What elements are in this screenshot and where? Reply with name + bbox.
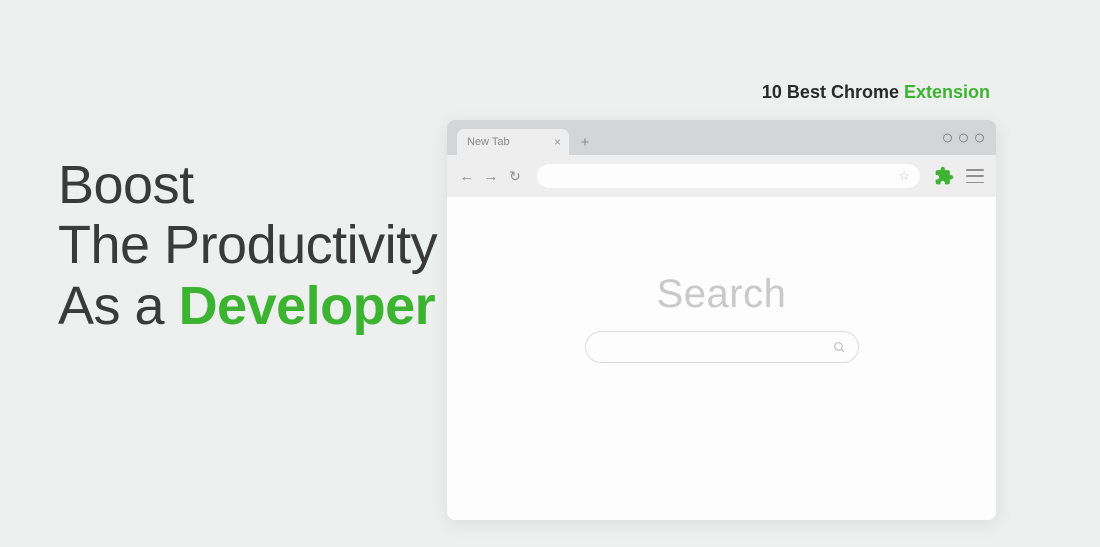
hero-line-3-prefix: As a	[58, 276, 179, 336]
hero-line-2: The Productivity	[58, 215, 437, 275]
window-controls	[943, 133, 984, 142]
address-bar[interactable]: ☆	[537, 164, 920, 188]
page-heading: 10 Best Chrome Extension	[762, 82, 990, 103]
hero-line-3-accent: Developer	[179, 276, 436, 336]
maximize-icon[interactable]	[959, 133, 968, 142]
reload-button[interactable]: ↻	[507, 168, 523, 185]
hamburger-menu-icon[interactable]	[966, 169, 984, 183]
search-input[interactable]	[585, 331, 859, 363]
tab-label: New Tab	[467, 136, 510, 148]
browser-tab[interactable]: New Tab ×	[457, 129, 569, 155]
browser-toolbar: ← → ↻ ☆	[447, 155, 996, 197]
new-tab-content: Search	[447, 197, 996, 363]
hero-line-3: As a Developer	[58, 276, 437, 336]
new-tab-button[interactable]: +	[575, 132, 595, 152]
bookmark-star-icon[interactable]: ☆	[898, 168, 910, 184]
back-button[interactable]: ←	[459, 168, 475, 185]
close-tab-icon[interactable]: ×	[554, 135, 561, 149]
menu-line	[966, 169, 984, 171]
menu-line	[966, 182, 984, 184]
heading-prefix: 10 Best Chrome	[762, 82, 904, 102]
minimize-icon[interactable]	[943, 133, 952, 142]
heading-accent: Extension	[904, 82, 990, 102]
extension-puzzle-icon[interactable]	[934, 166, 954, 186]
close-window-icon[interactable]	[975, 133, 984, 142]
hero-line-1: Boost	[58, 155, 437, 215]
search-heading: Search	[657, 272, 787, 317]
search-icon	[833, 341, 846, 354]
tab-strip: New Tab × +	[447, 120, 996, 155]
menu-line	[966, 175, 984, 177]
hero-title: Boost The Productivity As a Developer	[58, 155, 437, 336]
forward-button[interactable]: →	[483, 168, 499, 185]
browser-window: New Tab × + ← → ↻ ☆ Search	[447, 120, 996, 520]
